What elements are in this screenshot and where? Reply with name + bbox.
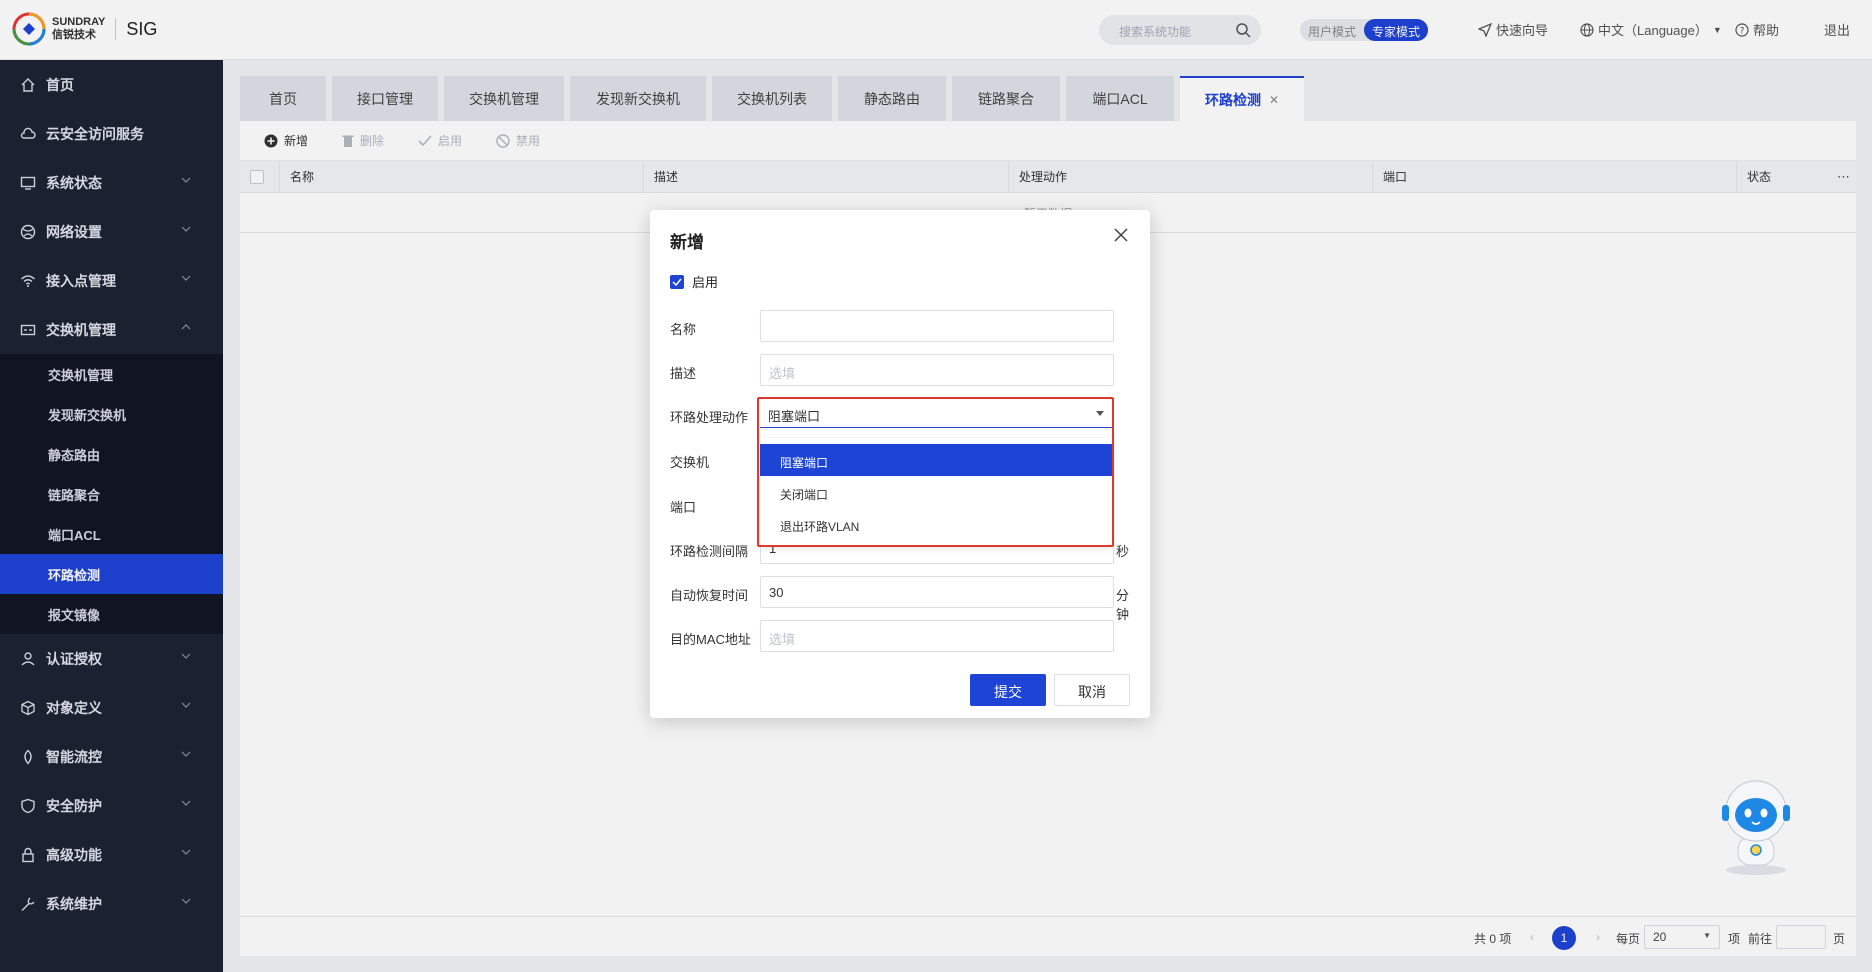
enable-checkbox-row[interactable]: 启用: [670, 272, 718, 291]
submit-button[interactable]: 提交: [970, 674, 1046, 706]
recover-label: 自动恢复时间: [670, 588, 749, 603]
loop-action-select[interactable]: 阻塞端口: [760, 398, 1114, 428]
mac-input[interactable]: 选填: [760, 620, 1114, 652]
interval-unit: 秒: [1116, 544, 1130, 559]
description-label: 描述: [670, 366, 697, 381]
option-shutdown-port[interactable]: 关闭端口: [760, 476, 1112, 508]
close-icon[interactable]: [1114, 228, 1128, 242]
switch-label: 交换机: [670, 455, 710, 470]
loop-action-dropdown: 阻塞端口 关闭端口 退出环路VLAN: [760, 438, 1112, 546]
loop-action-value: 阻塞端口: [768, 409, 821, 424]
loop-action-label: 环路处理动作: [670, 410, 749, 425]
option-block-port[interactable]: 阻塞端口: [760, 444, 1112, 476]
cancel-button[interactable]: 取消: [1054, 674, 1130, 706]
name-input[interactable]: [760, 310, 1114, 342]
interval-label: 环路检测间隔: [670, 544, 749, 559]
mac-row: 目的MAC地址 选填: [670, 620, 1140, 654]
enable-checkbox[interactable]: [670, 274, 684, 289]
name-row: 名称: [670, 310, 1140, 344]
mac-label: 目的MAC地址: [670, 632, 751, 647]
recover-input[interactable]: 30: [760, 576, 1114, 608]
name-label: 名称: [670, 322, 697, 337]
option-exit-loop-vlan[interactable]: 退出环路VLAN: [760, 508, 1112, 540]
loop-action-row: 环路处理动作 阻塞端口: [670, 398, 1140, 432]
enable-label: 启用: [692, 275, 719, 290]
check-icon: [672, 278, 682, 286]
port-label: 端口: [670, 500, 697, 515]
recover-row: 自动恢复时间 30 分钟: [670, 576, 1140, 622]
recover-unit: 分钟: [1116, 588, 1130, 622]
description-input[interactable]: 选填: [760, 354, 1114, 386]
assistant-robot-icon[interactable]: [1708, 775, 1804, 875]
description-row: 描述 选填: [670, 354, 1140, 388]
chevron-down-icon: [1096, 411, 1104, 416]
dialog-title: 新增: [670, 233, 704, 252]
